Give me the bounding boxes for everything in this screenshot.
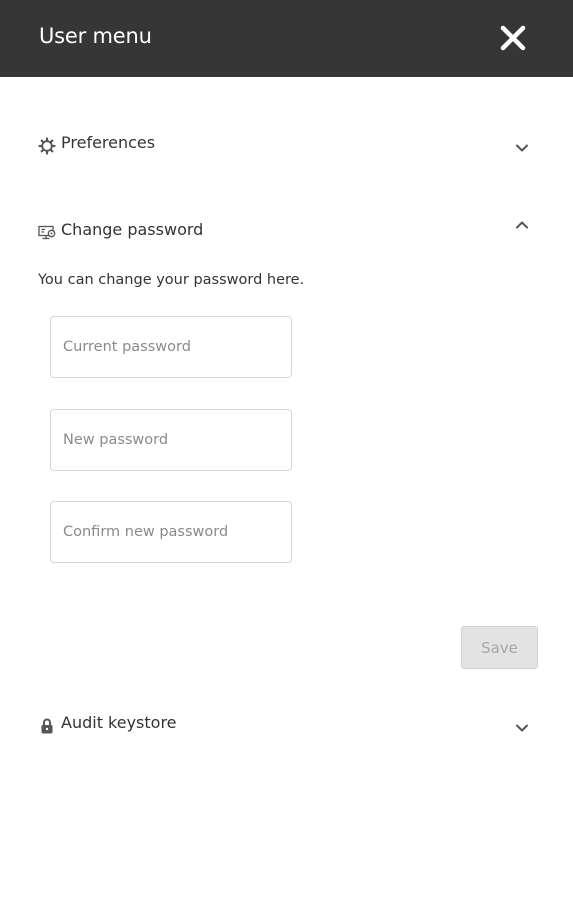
gear-icon [38, 137, 56, 155]
chevron-down-icon [516, 724, 528, 732]
new-password-field[interactable] [50, 409, 292, 471]
current-password-field[interactable] [50, 316, 292, 378]
chevron-down-icon [516, 144, 528, 152]
section-change-password-label: Change password [61, 220, 204, 239]
section-preferences-toggle[interactable]: Preferences [38, 130, 538, 160]
chevron-up-icon [516, 221, 528, 229]
close-button[interactable] [496, 21, 530, 55]
save-button[interactable]: Save [461, 626, 538, 669]
section-audit-keystore-toggle[interactable]: Audit keystore [38, 710, 538, 740]
close-icon [500, 25, 526, 51]
section-change-password-toggle[interactable]: Change password [38, 217, 538, 247]
change-password-description: You can change your password here. [38, 272, 305, 288]
confirm-new-password-field[interactable] [50, 501, 292, 563]
page-title: User menu [39, 24, 152, 48]
lock-icon [38, 717, 56, 735]
section-preferences-label: Preferences [61, 133, 156, 152]
password-icon [38, 224, 56, 242]
user-menu-header: User menu [0, 0, 573, 77]
section-audit-keystore-label: Audit keystore [61, 713, 177, 732]
